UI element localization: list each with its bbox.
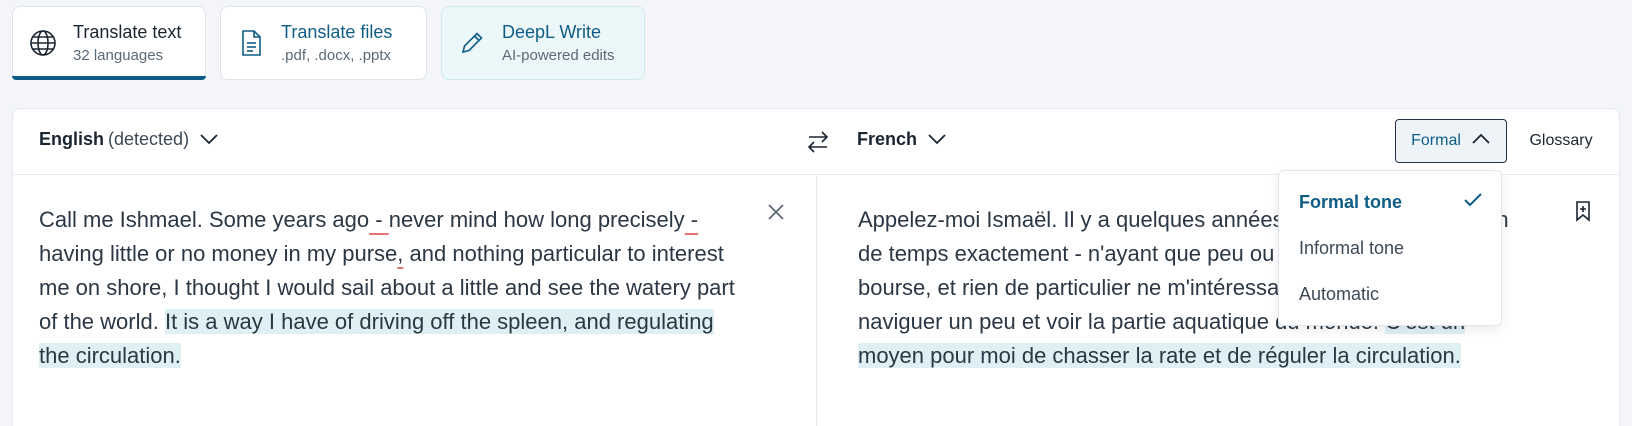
- bookmark-add-icon: [1576, 201, 1590, 222]
- tone-dropdown-menu: Formal tone Informal tone Automatic: [1278, 170, 1502, 326]
- source-text-part: Call me Ishmael. Some years ago: [39, 207, 370, 232]
- panel-divider: [816, 175, 817, 426]
- language-bar: English (detected) French Formal Glossar…: [13, 109, 1619, 175]
- detected-label: (detected): [108, 129, 190, 149]
- checkmark-icon: [1463, 192, 1483, 213]
- chevron-up-icon: [1471, 132, 1491, 150]
- tone-option-label: Informal tone: [1299, 237, 1405, 258]
- tone-option-informal[interactable]: Informal tone: [1279, 225, 1501, 271]
- chevron-down-icon: [927, 129, 947, 150]
- pencil-icon: [458, 29, 486, 57]
- target-language-selector[interactable]: French: [857, 129, 947, 150]
- tab-translate-files[interactable]: Translate files .pdf, .docx, .pptx: [220, 6, 427, 80]
- tone-option-formal[interactable]: Formal tone: [1279, 179, 1501, 225]
- tab-translate-text[interactable]: Translate text 32 languages: [12, 6, 206, 80]
- target-language-name: French: [857, 129, 918, 149]
- close-icon: [768, 204, 784, 220]
- source-text-part: -: [684, 207, 699, 232]
- tone-option-label: Automatic: [1299, 283, 1380, 304]
- tab-title: DeepL Write: [502, 22, 602, 42]
- document-icon: [237, 29, 265, 57]
- tab-title: Translate files: [281, 22, 393, 42]
- clear-text-button[interactable]: [765, 201, 787, 223]
- tab-subtitle: .pdf, .docx, .pptx: [281, 47, 392, 64]
- tab-subtitle: AI-powered edits: [502, 47, 615, 64]
- source-text-part: -: [369, 207, 389, 232]
- chevron-down-icon: [199, 129, 219, 150]
- mode-tabs: Translate text 32 languages Translate fi…: [12, 6, 645, 80]
- globe-icon: [29, 29, 57, 57]
- swap-icon: [807, 131, 829, 153]
- tab-title: Translate text: [73, 22, 182, 42]
- tone-option-automatic[interactable]: Automatic: [1279, 271, 1501, 317]
- glossary-button[interactable]: Glossary: [1517, 119, 1605, 163]
- formality-button[interactable]: Formal: [1395, 119, 1507, 163]
- formality-label: Formal: [1411, 132, 1461, 149]
- tab-subtitle: 32 languages: [73, 47, 164, 64]
- source-text-part: having little or no money in my purse: [39, 241, 398, 266]
- source-text-part: never mind how long precisely: [388, 207, 685, 232]
- swap-languages-button[interactable]: [803, 127, 833, 157]
- source-language-name: English: [39, 129, 105, 149]
- source-text-input[interactable]: Call me Ishmael. Some years ago - never …: [39, 203, 739, 373]
- tab-deepl-write[interactable]: DeepL Write AI-powered edits: [441, 6, 645, 80]
- source-language-selector[interactable]: English (detected): [39, 129, 219, 150]
- tone-option-label: Formal tone: [1299, 191, 1403, 212]
- save-translation-button[interactable]: [1571, 199, 1595, 223]
